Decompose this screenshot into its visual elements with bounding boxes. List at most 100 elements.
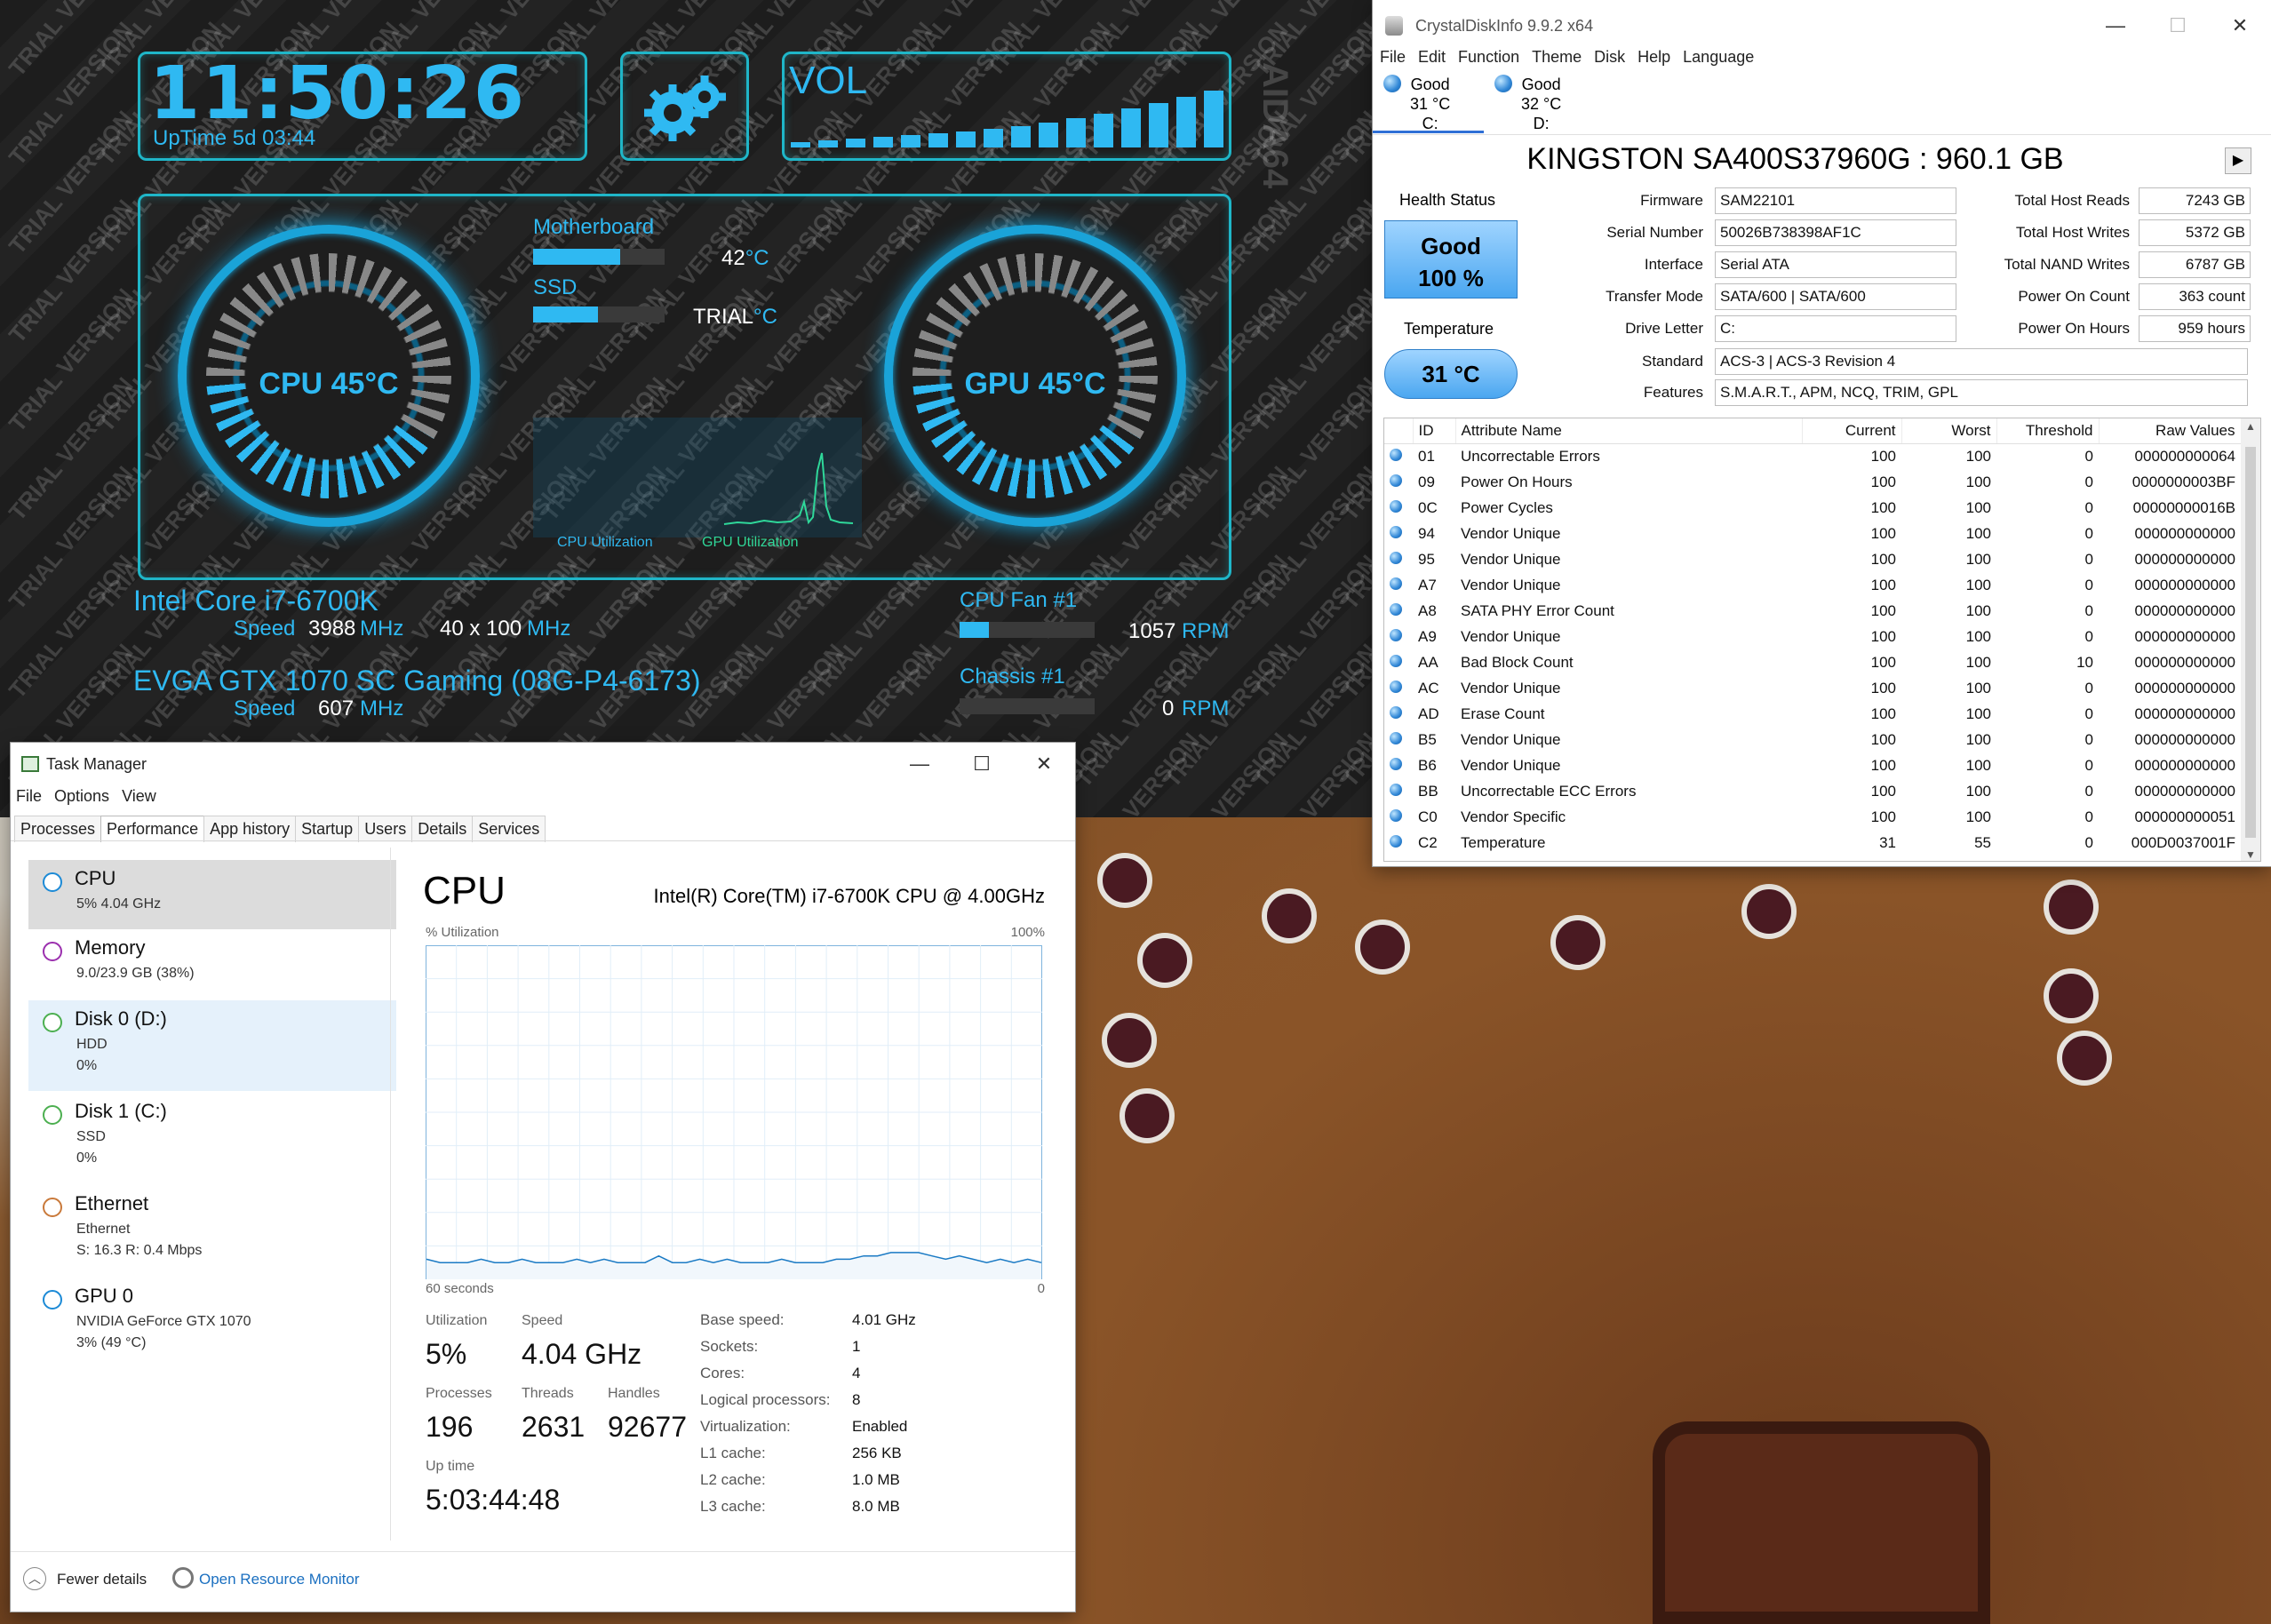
- menu-item[interactable]: Help: [1638, 48, 1670, 67]
- column-header[interactable]: Raw Values: [2099, 418, 2242, 444]
- health-status-badge[interactable]: Good 100 %: [1384, 220, 1518, 299]
- threads-label: Threads: [522, 1386, 574, 1401]
- smart-cell: Temperature: [1461, 833, 1546, 851]
- scroll-down-icon[interactable]: ▼: [2241, 848, 2260, 861]
- smart-row[interactable]: C2 Temperature 31 55 0 000D0037001F: [1384, 830, 2241, 856]
- tab-performance[interactable]: Performance: [100, 816, 205, 842]
- smart-cell: 00000000016B: [2132, 498, 2235, 516]
- smart-row[interactable]: B5 Vendor Unique 100 100 0 000000000000: [1384, 727, 2241, 752]
- sidebar-item-detail: 0%: [76, 1150, 98, 1166]
- smart-cell: 100: [1870, 601, 1896, 619]
- smart-row[interactable]: B6 Vendor Unique 100 100 0 000000000000: [1384, 752, 2241, 778]
- smart-cell: 100: [1965, 601, 1991, 619]
- smart-row[interactable]: A8 SATA PHY Error Count 100 100 0 00000000000…: [1384, 598, 2241, 624]
- smart-row[interactable]: A7 Vendor Unique 100 100 0 000000000000: [1384, 572, 2241, 598]
- menu-item[interactable]: Theme: [1532, 48, 1582, 67]
- scrollbar-thumb[interactable]: [2245, 447, 2256, 838]
- trial-watermark: TRIAL VERSION: [3, 371, 139, 526]
- menu-item[interactable]: Language: [1683, 48, 1754, 67]
- sidebar-item-detail: NVIDIA GeForce GTX 1070: [76, 1314, 251, 1329]
- sidebar-item-detail: HDD: [76, 1037, 108, 1052]
- sidebar-item-ethernet[interactable]: Ethernet Ethernet S: 16.3 R: 0.4 Mbps: [28, 1185, 396, 1276]
- column-header[interactable]: Threshold: [1996, 418, 2100, 444]
- smart-row[interactable]: C0 Vendor Specific 100 100 0 000000000051: [1384, 804, 2241, 830]
- sidebar-item-gpu-0[interactable]: GPU 0 NVIDIA GeForce GTX 1070 3% (49 °C): [28, 1278, 396, 1368]
- maximize-button[interactable]: ☐: [951, 743, 1013, 785]
- tab-users[interactable]: Users: [358, 816, 413, 842]
- smart-row[interactable]: A9 Vendor Unique 100 100 0 000000000000: [1384, 624, 2241, 649]
- minimize-button[interactable]: —: [2084, 0, 2147, 52]
- smart-row[interactable]: BB Uncorrectable ECC Errors 100 100 0 0000000…: [1384, 778, 2241, 804]
- sidebar-item-cpu[interactable]: CPU 5% 4.04 GHz: [28, 860, 396, 929]
- scroll-up-icon[interactable]: ▲: [2241, 420, 2260, 433]
- menu-item[interactable]: File: [16, 787, 42, 806]
- tab-app-history[interactable]: App history: [203, 816, 297, 842]
- menu-item[interactable]: View: [122, 787, 156, 806]
- column-header[interactable]: Worst: [1901, 418, 1997, 444]
- fewer-details-link[interactable]: Fewer details: [57, 1571, 147, 1588]
- status-cell: [1384, 701, 1413, 727]
- temperature-badge[interactable]: 31 °C: [1384, 349, 1518, 399]
- smart-row[interactable]: 09 Power On Hours 100 100 0 0000000003BF: [1384, 469, 2241, 495]
- status-cell: [1384, 778, 1413, 804]
- smart-row[interactable]: AC Vendor Unique 100 100 0 000000000000: [1384, 675, 2241, 701]
- smart-attribute-list[interactable]: ID Attribute Name Current Worst Threshol…: [1383, 418, 2261, 862]
- open-resource-monitor-link[interactable]: Open Resource Monitor: [199, 1571, 359, 1588]
- tab-startup[interactable]: Startup: [295, 816, 360, 842]
- status-dot-icon: [1390, 783, 1402, 796]
- column-header[interactable]: Attribute Name: [1455, 418, 1803, 444]
- smart-row[interactable]: 95 Vendor Unique 100 100 0 000000000000: [1384, 546, 2241, 572]
- smart-row[interactable]: 0C Power Cycles 100 100 0 00000000016B: [1384, 495, 2241, 521]
- trial-watermark: TRIAL VERSION: [1335, 550, 1373, 704]
- drive-tab-c[interactable]: Good 31 °C C:: [1373, 71, 1484, 133]
- smart-cell: 100: [1965, 627, 1991, 645]
- utilization-axis-label: % Utilization: [426, 925, 499, 940]
- smart-cell: 95: [1418, 550, 1435, 568]
- gpu-speed-label: Speed: [234, 697, 296, 720]
- tab-details[interactable]: Details: [411, 816, 474, 842]
- drive-tab-d[interactable]: Good 32 °C D:: [1484, 71, 1595, 133]
- sidebar-item-disk-0-d[interactable]: Disk 0 (D:) HDD 0%: [28, 1000, 396, 1091]
- field-value: SAM22101: [1715, 187, 1956, 214]
- field-value: C:: [1715, 315, 1956, 342]
- maximize-button[interactable]: ☐: [2147, 0, 2209, 52]
- next-drive-button[interactable]: ▶: [2225, 147, 2251, 174]
- menu-item[interactable]: Function: [1458, 48, 1519, 67]
- sidebar-item-memory[interactable]: Memory 9.0/23.9 GB (38%): [28, 929, 396, 999]
- spec-value: 8.0 MB: [852, 1498, 900, 1515]
- column-header[interactable]: ID: [1413, 418, 1456, 444]
- smart-cell: Power On Hours: [1461, 473, 1573, 490]
- trial-watermark: TRIAL VERSION: [1335, 372, 1373, 526]
- close-button[interactable]: ✕: [2209, 0, 2271, 52]
- menu-item[interactable]: Options: [54, 787, 109, 806]
- chevron-up-icon[interactable]: ︿: [23, 1567, 46, 1590]
- tab-services[interactable]: Services: [472, 816, 546, 842]
- field-value: 363 count: [2139, 283, 2251, 310]
- trial-watermark: TRIAL VERSION: [1247, 460, 1373, 615]
- sidebar-item-disk-1-c[interactable]: Disk 1 (C:) SSD 0%: [28, 1093, 396, 1183]
- spec-label: L3 cache:: [700, 1498, 766, 1515]
- taskmgr-titlebar[interactable]: Task Manager — ☐ ✕: [11, 743, 1075, 785]
- trial-watermark: TRIAL VERSION: [1335, 0, 1373, 82]
- smart-scrollbar[interactable]: ▲ ▼: [2241, 418, 2260, 861]
- column-header[interactable]: Current: [1802, 418, 1902, 444]
- sidebar-item-detail: SSD: [76, 1129, 106, 1144]
- gear-icon[interactable]: [635, 67, 733, 147]
- menu-item[interactable]: Edit: [1418, 48, 1446, 67]
- resource-monitor-icon: [172, 1567, 194, 1588]
- tab-processes[interactable]: Processes: [14, 816, 102, 842]
- volume-level-bar: [928, 133, 948, 147]
- trial-watermark: TRIAL VERSION: [1335, 461, 1373, 615]
- smart-row[interactable]: 94 Vendor Unique 100 100 0 000000000000: [1384, 521, 2241, 546]
- cdi-titlebar[interactable]: CrystalDiskInfo 9.9.2 x64 — ☐ ✕: [1373, 0, 2271, 52]
- status-dot-icon: [1390, 551, 1402, 564]
- gpu-name: EVGA GTX 1070 SC Gaming (08G-P4-6173): [133, 665, 701, 697]
- smart-row[interactable]: 01 Uncorrectable Errors 100 100 0 00000000006…: [1384, 443, 2241, 469]
- smart-cell: Vendor Unique: [1461, 756, 1561, 774]
- close-button[interactable]: ✕: [1013, 743, 1075, 785]
- smart-row[interactable]: AD Erase Count 100 100 0 000000000000: [1384, 701, 2241, 727]
- smart-row[interactable]: AA Bad Block Count 100 100 10 000000000000: [1384, 649, 2241, 675]
- minimize-button[interactable]: —: [888, 743, 951, 785]
- menu-item[interactable]: File: [1380, 48, 1406, 67]
- menu-item[interactable]: Disk: [1594, 48, 1625, 67]
